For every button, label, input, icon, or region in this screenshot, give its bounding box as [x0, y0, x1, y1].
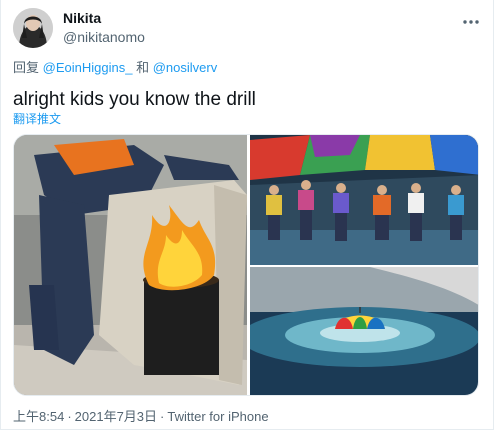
- tweet-text: alright kids you know the drill: [13, 89, 256, 110]
- tweet-time[interactable]: 上午8:54: [13, 409, 64, 424]
- tweet-source[interactable]: Twitter for iPhone: [167, 409, 268, 424]
- tweet-card: Nikita @nikitanomo 回复 @EoinHiggins_ 和 @n…: [0, 0, 494, 430]
- media-grid: [13, 134, 479, 396]
- tweet-meta: 上午8:54 · 2021年7月3日 · Twitter for iPhone: [13, 408, 269, 426]
- reply-and: 和: [136, 60, 150, 75]
- reply-mention-link[interactable]: @nosilverv: [153, 60, 218, 75]
- meta-separator: ·: [160, 409, 165, 424]
- tweet-date[interactable]: 2021年7月3日: [75, 409, 157, 424]
- more-horizontal-icon[interactable]: [459, 12, 483, 32]
- reply-prefix: 回复: [13, 60, 40, 75]
- reply-context: 回复 @EoinHiggins_ 和 @nosilverv: [13, 59, 217, 77]
- display-name[interactable]: Nikita: [63, 9, 145, 27]
- fire-blanket-photo[interactable]: [14, 135, 247, 396]
- tweet-header: Nikita @nikitanomo: [13, 8, 483, 48]
- translate-tweet-link[interactable]: 翻译推文: [13, 111, 61, 127]
- reply-mention-link[interactable]: @EoinHiggins_: [43, 60, 133, 75]
- handle[interactable]: @nikitanomo: [63, 27, 145, 47]
- meta-separator: ·: [67, 409, 72, 424]
- author-names: Nikita @nikitanomo: [63, 9, 145, 47]
- ocean-umbrella-photo[interactable]: [250, 267, 479, 396]
- parachute-kids-photo[interactable]: [250, 135, 479, 265]
- avatar[interactable]: [13, 8, 53, 48]
- avatar-image: [13, 8, 53, 48]
